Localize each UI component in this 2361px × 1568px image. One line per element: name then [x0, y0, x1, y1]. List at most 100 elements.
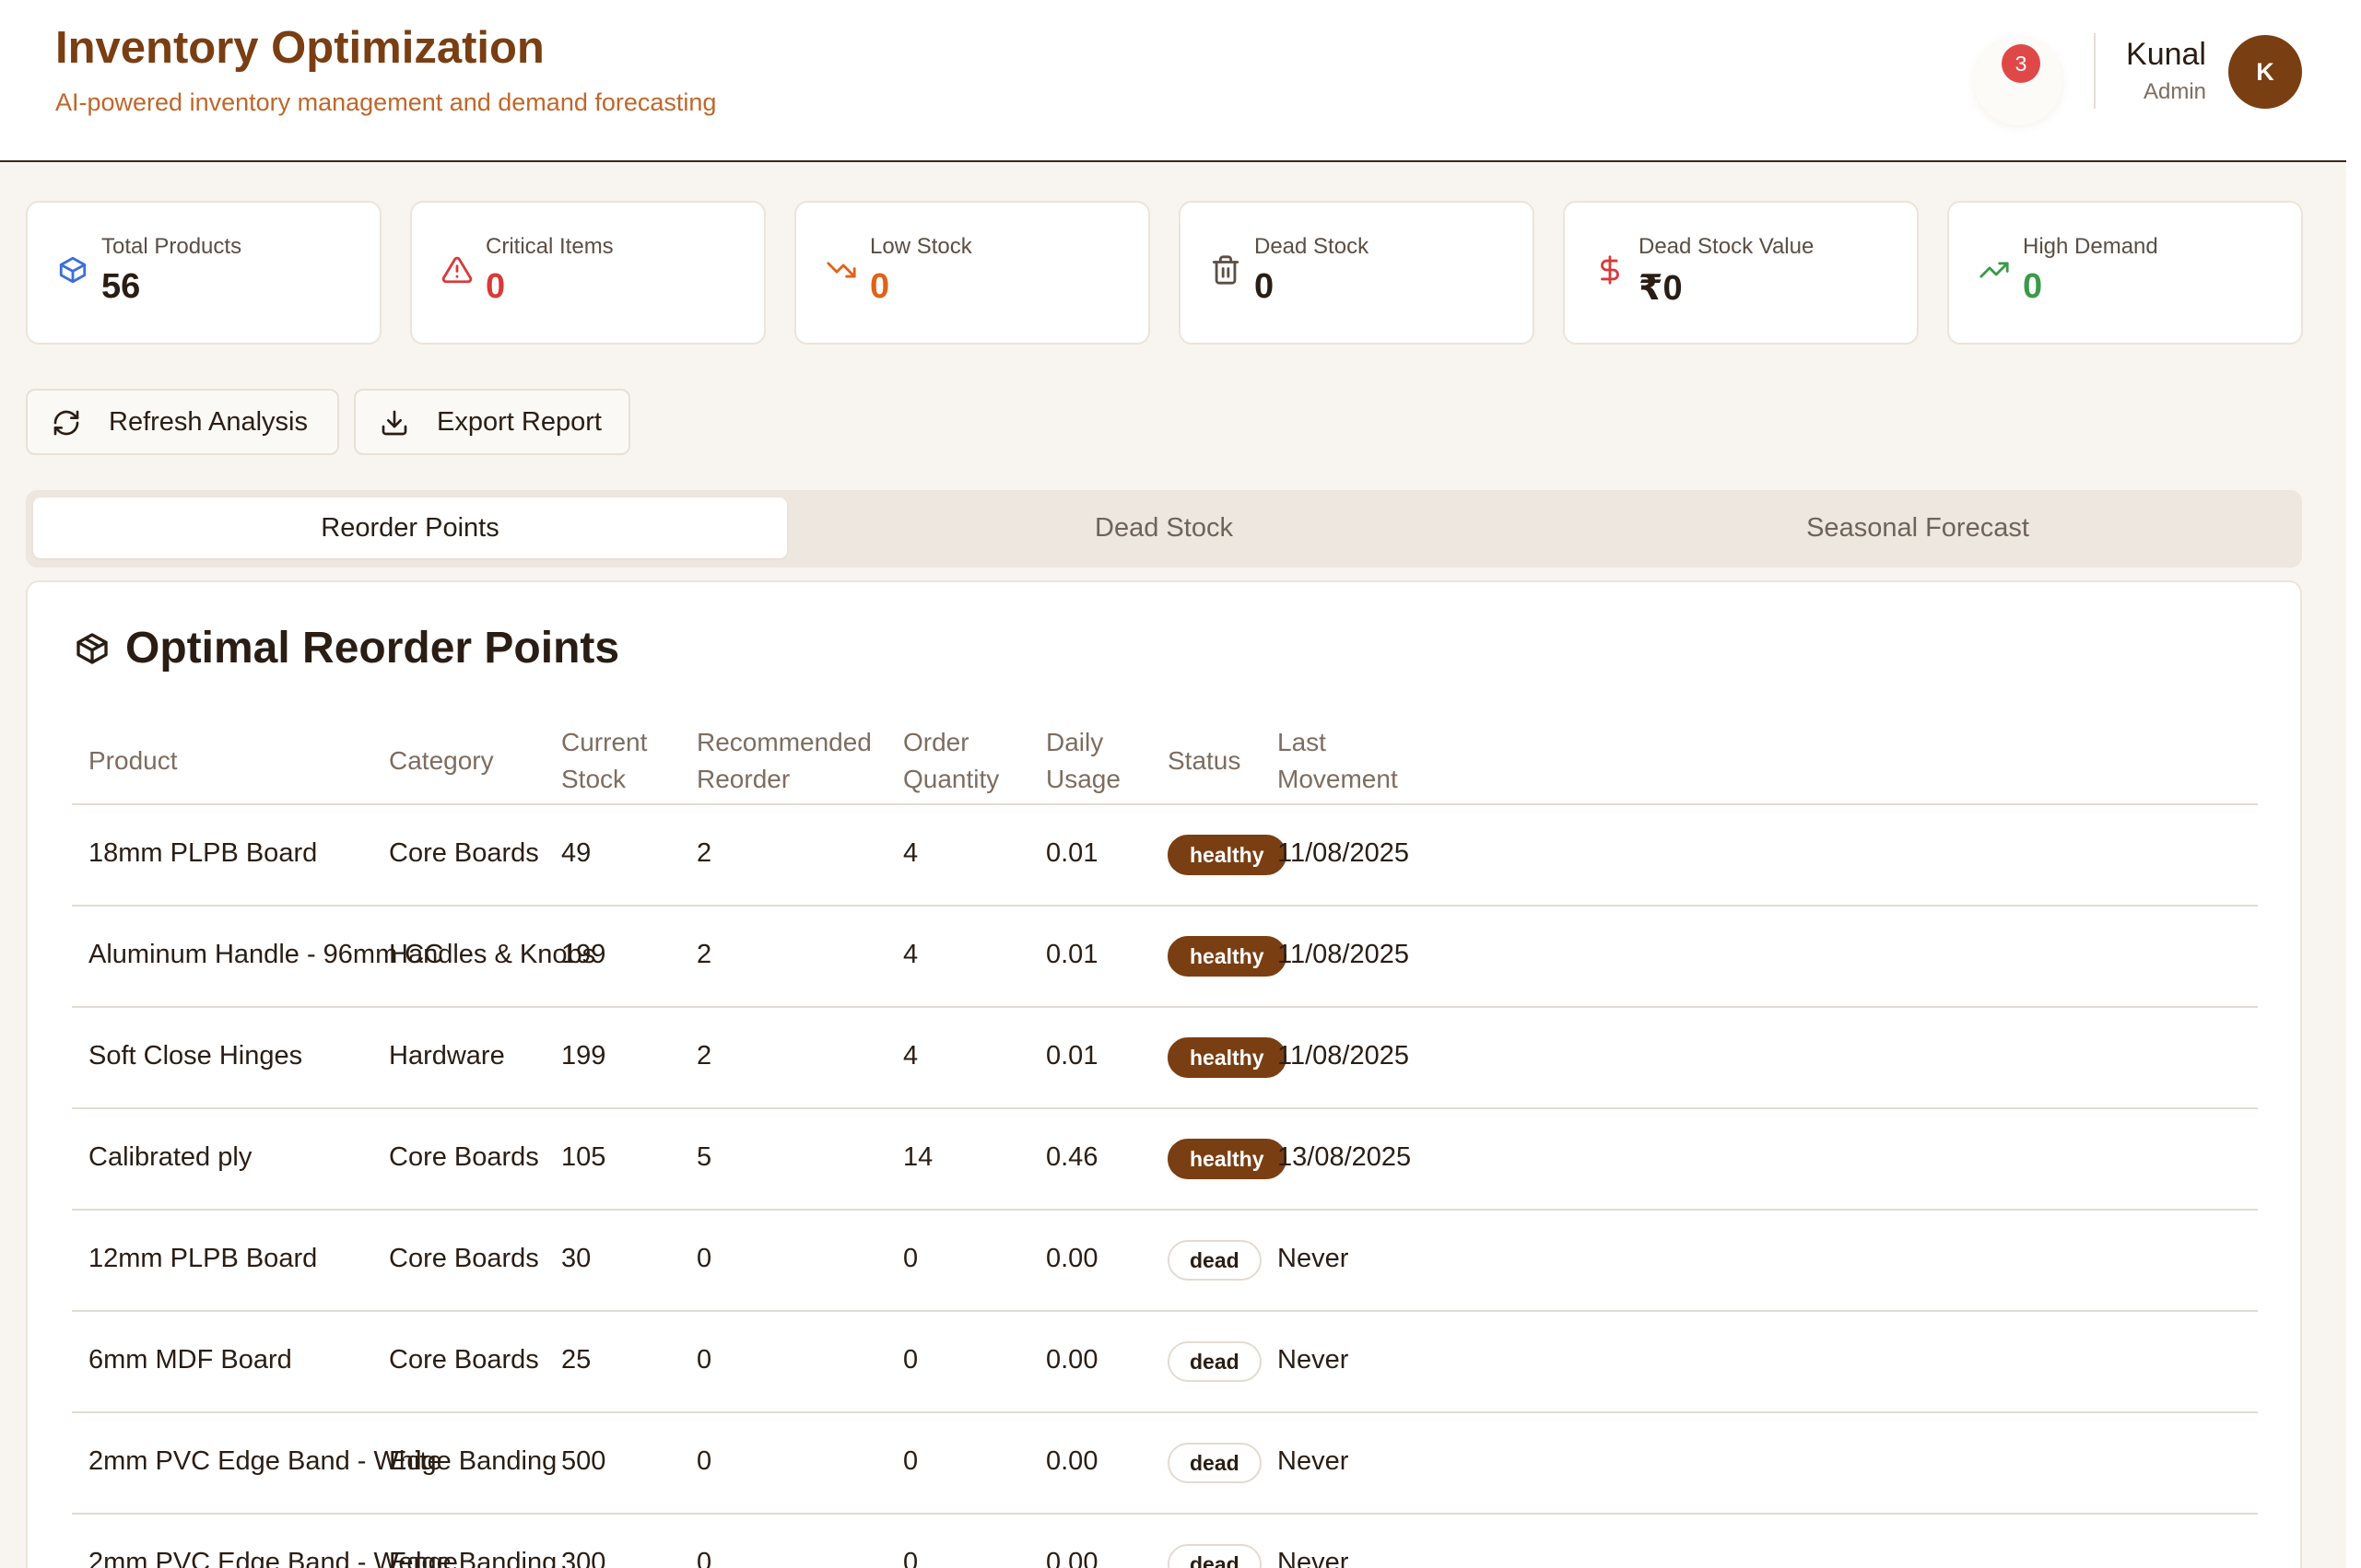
- panel-title: Optimal Reorder Points: [125, 624, 620, 673]
- package-icon: [76, 633, 108, 664]
- stat-value: 0: [486, 267, 506, 306]
- cell-recommended-reorder: 0: [697, 1244, 712, 1273]
- cell-order-quantity: 0: [903, 1244, 919, 1273]
- cell-recommended-reorder: 0: [697, 1548, 712, 1568]
- trending-down-icon: [827, 262, 856, 278]
- cell-category: Core Boards: [389, 838, 539, 868]
- table-row[interactable]: 6mm MDF Board Core Boards 25 0 0 0.00 dead Neve…: [72, 1312, 2258, 1413]
- cell-last-movement: Never: [1277, 1548, 1349, 1568]
- column-header-line: Quantity: [903, 765, 1000, 793]
- table-row[interactable]: 18mm PLPB Board Core Boards 49 2 4 0.01 health…: [72, 805, 2258, 907]
- table-row[interactable]: 12mm PLPB Board Core Boards 30 0 0 0.00 dead Ne…: [72, 1211, 2258, 1312]
- cell-recommended-reorder: 2: [697, 940, 712, 969]
- stat-value: 0: [2023, 267, 2043, 306]
- status-badge: dead: [1168, 1544, 1262, 1568]
- cell-category: Hardware: [389, 1041, 505, 1071]
- column-header-category: Category: [389, 743, 494, 779]
- export-report-label: Export Report: [437, 407, 602, 437]
- cell-product: 12mm PLPB Board: [88, 1244, 318, 1273]
- stat-label: Dead Stock Value: [1639, 234, 1815, 259]
- page-subtitle: AI-powered inventory management and dema…: [55, 88, 717, 116]
- table-row[interactable]: 2mm PVC Edge Band - Wenge Edge Banding 300…: [72, 1515, 2258, 1568]
- status-badge: healthy: [1168, 936, 1286, 977]
- cell-category: Core Boards: [389, 1142, 539, 1172]
- status-badge: dead: [1168, 1341, 1262, 1382]
- tab-reorder-points[interactable]: Reorder Points: [33, 497, 787, 558]
- column-header-line: Last: [1277, 728, 1326, 756]
- refresh-icon: [53, 410, 79, 436]
- column-header-line: Order: [903, 728, 969, 756]
- cell-daily-usage: 0.00: [1046, 1244, 1098, 1273]
- tab-seasonal-forecast[interactable]: Seasonal Forecast: [1541, 497, 2295, 558]
- cell-last-movement: Never: [1277, 1244, 1349, 1273]
- cell-last-movement: 11/08/2025: [1277, 940, 1409, 969]
- table-row[interactable]: Calibrated ply Core Boards 105 5 14 0.46 healt…: [72, 1109, 2258, 1211]
- cell-order-quantity: 0: [903, 1446, 919, 1476]
- cell-order-quantity: 0: [903, 1345, 919, 1375]
- cell-daily-usage: 0.01: [1046, 838, 1098, 868]
- status-badge: dead: [1168, 1240, 1262, 1281]
- app-header: Inventory Optimization AI-powered invent…: [0, 0, 2346, 162]
- view-tabs: Reorder Points Dead Stock Seasonal Forec…: [26, 490, 2302, 568]
- reorder-points-panel: Optimal Reorder Points Product Category Cu…: [26, 580, 2302, 1568]
- cell-order-quantity: 14: [903, 1142, 934, 1172]
- cell-product: 18mm PLPB Board: [88, 838, 318, 868]
- cell-order-quantity: 0: [903, 1548, 919, 1568]
- column-header-status: Status: [1168, 743, 1240, 779]
- column-header-product: Product: [88, 743, 178, 779]
- cell-current-stock: 199: [561, 940, 606, 969]
- table-row[interactable]: 2mm PVC Edge Band - White Edge Banding 500…: [72, 1413, 2258, 1515]
- column-header-line: Reorder: [697, 765, 791, 793]
- stat-card-high-demand: High Demand 0: [1947, 201, 2303, 345]
- stat-value: 0: [1254, 267, 1274, 306]
- cell-recommended-reorder: 5: [697, 1142, 712, 1172]
- cell-order-quantity: 4: [903, 838, 919, 868]
- cell-order-quantity: 4: [903, 1041, 919, 1071]
- column-header-line: Daily: [1046, 728, 1104, 756]
- cell-category: Core Boards: [389, 1244, 539, 1273]
- stat-card-total-products: Total Products 56: [26, 201, 382, 345]
- cell-last-movement: 11/08/2025: [1277, 1041, 1409, 1071]
- cell-daily-usage: 0.00: [1046, 1446, 1098, 1476]
- column-header-line: Stock: [561, 765, 627, 793]
- cell-product: 6mm MDF Board: [88, 1345, 292, 1375]
- window-edge: [2346, 0, 2361, 1568]
- stat-value: 0: [870, 267, 890, 306]
- status-badge: healthy: [1168, 1037, 1286, 1078]
- trash-icon: [1212, 255, 1239, 285]
- cell-current-stock: 30: [561, 1244, 592, 1273]
- cell-recommended-reorder: 0: [697, 1446, 712, 1476]
- column-header-line: Category: [389, 746, 494, 775]
- column-header-current-stock: Current Stock: [561, 724, 647, 798]
- cell-order-quantity: 4: [903, 940, 919, 969]
- trending-up-icon: [1979, 262, 2009, 278]
- status-badge: healthy: [1168, 835, 1286, 875]
- column-header-line: Recommended: [697, 728, 872, 756]
- cell-last-movement: 13/08/2025: [1277, 1142, 1412, 1172]
- column-header-recommended-reorder: Recommended Reorder: [697, 724, 872, 798]
- user-name: Kunal: [2126, 37, 2206, 72]
- cell-last-movement: Never: [1277, 1446, 1349, 1476]
- table-row[interactable]: Soft Close Hinges Hardware 199 2 4 0.01 health…: [72, 1008, 2258, 1109]
- stat-label: Critical Items: [486, 234, 614, 259]
- cell-recommended-reorder: 0: [697, 1345, 712, 1375]
- stat-label: Dead Stock: [1254, 234, 1369, 259]
- column-header-line: Movement: [1277, 765, 1398, 793]
- cell-category: Edge Banding: [389, 1548, 558, 1568]
- stat-card-dead-stock-value: Dead Stock Value ₹0: [1563, 201, 1919, 345]
- stat-value: 56: [101, 267, 141, 306]
- export-report-button[interactable]: Export Report: [354, 389, 630, 455]
- package-icon: [59, 256, 87, 284]
- refresh-analysis-button[interactable]: Refresh Analysis: [26, 389, 339, 455]
- tab-dead-stock[interactable]: Dead Stock: [787, 497, 1541, 558]
- cell-recommended-reorder: 2: [697, 838, 712, 868]
- table-row[interactable]: Aluminum Handle - 96mm CC Handles & Knobs…: [72, 907, 2258, 1008]
- dollar-icon: [1601, 255, 1619, 285]
- cell-current-stock: 105: [561, 1142, 606, 1172]
- avatar[interactable]: K: [2228, 35, 2302, 109]
- status-badge: dead: [1168, 1443, 1262, 1483]
- cell-category: Edge Banding: [389, 1446, 558, 1476]
- column-header-line: Current: [561, 728, 648, 756]
- column-header-line: Status: [1168, 746, 1241, 775]
- cell-current-stock: 199: [561, 1041, 606, 1071]
